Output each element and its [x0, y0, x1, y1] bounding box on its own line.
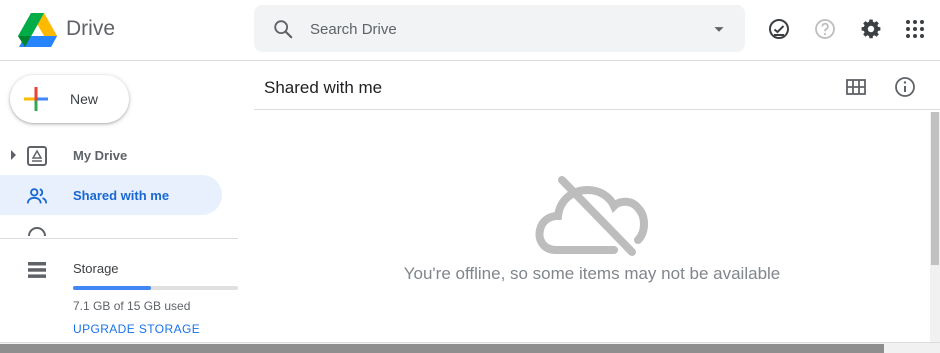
help-icon[interactable] — [813, 17, 837, 41]
app-title: Drive — [66, 17, 116, 40]
search-input[interactable] — [310, 18, 690, 40]
horizontal-scrollbar-thumb[interactable] — [0, 344, 884, 353]
search-icon[interactable] — [272, 18, 294, 40]
storage-usage-fill — [73, 286, 151, 290]
gear-icon[interactable] — [859, 17, 883, 41]
drive-logo[interactable] — [18, 12, 58, 48]
upgrade-storage-link[interactable]: UPGRADE STORAGE — [73, 322, 200, 336]
new-button[interactable]: New — [10, 75, 129, 123]
storage-usage-bar — [73, 286, 238, 290]
cloud-off-icon — [535, 176, 648, 256]
vertical-scrollbar[interactable] — [930, 112, 940, 342]
grid-view-icon[interactable] — [844, 75, 868, 99]
storage-icon — [28, 262, 46, 278]
page-title: Shared with me — [264, 78, 383, 97]
horizontal-scrollbar[interactable] — [0, 342, 940, 353]
search-bar[interactable] — [254, 5, 745, 52]
sidebar-item-my-drive[interactable]: My Drive — [0, 135, 222, 175]
sidebar-item-label: My Drive — [73, 148, 128, 163]
people-icon — [26, 188, 48, 204]
sidebar-item-shared-with-me[interactable]: Shared with me — [0, 175, 222, 215]
top-bar: Drive — [0, 0, 940, 61]
recent-icon[interactable] — [27, 226, 47, 236]
new-button-label: New — [70, 91, 99, 107]
chevron-down-icon[interactable] — [708, 18, 730, 40]
apps-grid-icon[interactable] — [903, 17, 927, 41]
file-list-area: You're offline, so some items may not be… — [254, 110, 930, 342]
plus-icon — [24, 87, 48, 111]
my-drive-icon — [27, 146, 47, 166]
info-icon[interactable] — [893, 75, 917, 99]
expand-arrow-icon[interactable] — [11, 150, 16, 160]
main-panel: Shared with me You're offline, so some i… — [254, 62, 940, 342]
storage-usage-text: 7.1 GB of 15 GB used — [73, 299, 191, 313]
sidebar: New My Drive Shared with me Storage 7.1 … — [0, 62, 254, 342]
vertical-scrollbar-thumb[interactable] — [931, 112, 939, 265]
ready-for-offline-icon[interactable] — [767, 17, 791, 41]
storage-label: Storage — [73, 261, 119, 276]
sidebar-divider — [0, 238, 238, 239]
offline-message: You're offline, so some items may not be… — [403, 264, 781, 283]
sidebar-item-label: Shared with me — [73, 188, 170, 203]
